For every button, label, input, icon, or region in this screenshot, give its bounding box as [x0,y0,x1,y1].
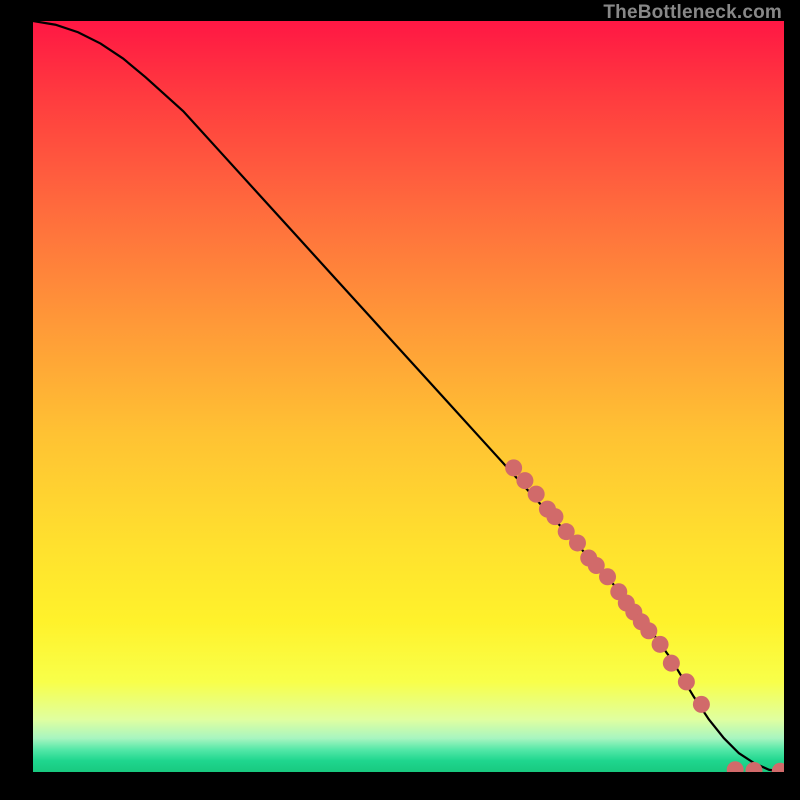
data-marker [528,486,545,503]
data-marker [599,568,616,585]
watermark-text: TheBottleneck.com [603,2,782,24]
data-marker [516,472,533,489]
data-marker [693,696,710,713]
data-marker [569,534,586,551]
chart-frame: TheBottleneck.com [0,0,800,800]
data-marker [663,655,680,672]
chart-curve-layer [33,21,784,772]
data-marker [505,459,522,476]
data-marker [546,508,563,525]
data-marker [772,763,784,772]
data-marker [652,636,669,653]
plot-area [33,21,784,772]
marker-group [505,459,784,772]
data-marker [678,673,695,690]
data-marker [727,761,744,772]
data-marker [745,762,762,772]
data-marker [640,622,657,639]
